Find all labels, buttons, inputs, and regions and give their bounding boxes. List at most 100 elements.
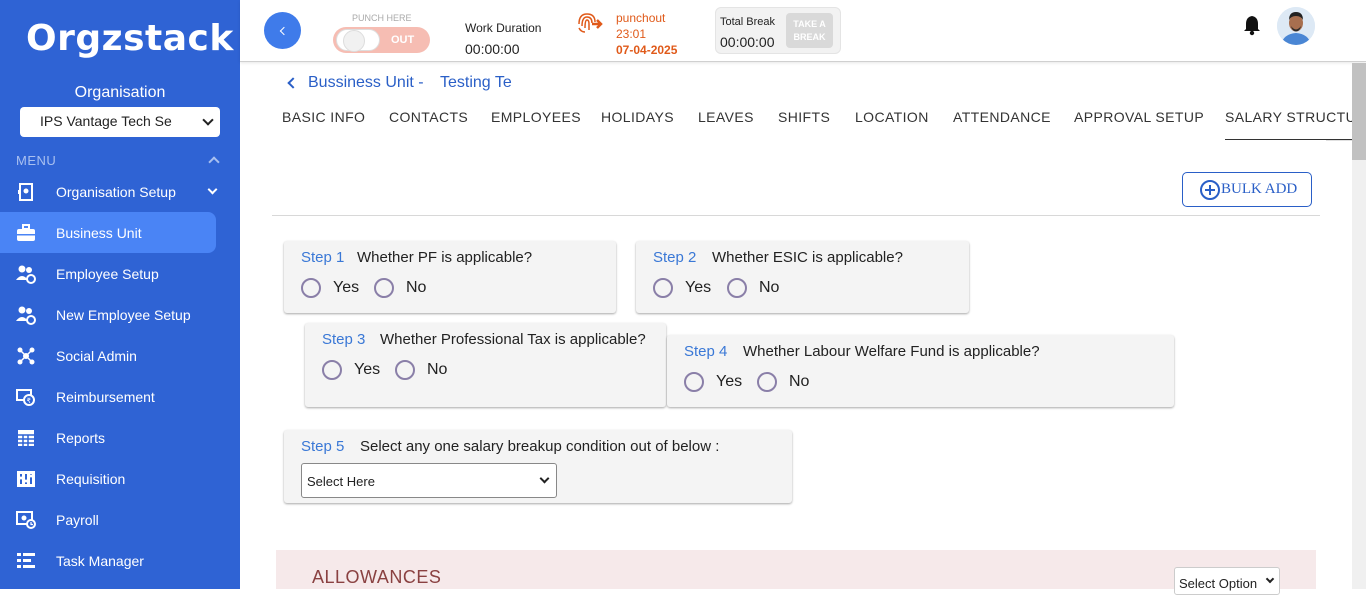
breadcrumb-unit-name: Testing Te: [440, 74, 512, 91]
allowances-section: ALLOWANCES Select Option: [276, 550, 1316, 595]
break-panel: Total Break 00:00:00 TAKE A BREAK: [715, 7, 841, 54]
radio-label: No: [789, 373, 810, 390]
page-scrollbar[interactable]: [1352, 63, 1366, 589]
tab-attendance[interactable]: ATTENDANCE: [953, 109, 1051, 140]
sidebar: Orgzstack Organisation IPS Vantage Tech …: [0, 0, 240, 589]
social-icon: [16, 346, 36, 366]
salary-breakup-select[interactable]: Select Here: [301, 463, 557, 498]
sidebar-item-requisition[interactable]: Requisition: [0, 458, 240, 499]
sidebar-item-organisation-setup[interactable]: Organisation Setup: [0, 171, 240, 212]
radio-label: No: [406, 279, 427, 296]
tab-leaves[interactable]: LEAVES: [698, 109, 754, 140]
punch-here-label: PUNCH HERE: [352, 13, 412, 23]
tab-location[interactable]: LOCATION: [855, 109, 929, 140]
work-duration-value: 00:00:00: [465, 41, 520, 57]
radio-label: Yes: [333, 279, 360, 296]
take-break-line1: TAKE A: [793, 19, 826, 29]
sidebar-item-label: Employee Setup: [56, 265, 159, 282]
sidebar-item-payroll[interactable]: Payroll: [0, 499, 240, 540]
sidebar-item-label: Requisition: [56, 470, 126, 487]
step-number: Step 1: [301, 249, 345, 266]
organisation-select-value: IPS Vantage Tech Se: [40, 113, 172, 129]
user-avatar[interactable]: [1277, 7, 1315, 45]
lwf-yes-radio[interactable]: Yes: [684, 372, 742, 392]
sidebar-item-business-unit[interactable]: Business Unit: [0, 212, 216, 253]
sidebar-item-employee-setup[interactable]: Employee Setup: [0, 253, 240, 294]
tab-holidays[interactable]: HOLIDAYS: [601, 109, 674, 140]
sidebar-item-label: Task Manager: [56, 552, 144, 569]
punch-toggle[interactable]: OUT: [333, 27, 430, 53]
chevron-up-icon[interactable]: [208, 156, 220, 168]
sidebar-item-label: Business Unit: [56, 224, 142, 241]
divider: [272, 215, 1320, 216]
brand-logo[interactable]: Orgzstack: [26, 18, 234, 59]
radio-circle-icon: [395, 360, 415, 380]
allowances-select[interactable]: Select Option: [1174, 567, 1280, 595]
radio-label: No: [759, 279, 780, 296]
payroll-icon: [16, 510, 36, 530]
radio-label: Yes: [716, 373, 743, 390]
punchout-label: punchout: [616, 11, 666, 25]
org-setup-icon: [16, 182, 36, 202]
step-4-card: Step 4 Whether Labour Welfare Fund is ap…: [667, 335, 1174, 407]
radio-circle-icon: [374, 278, 394, 298]
step-question: Whether PF is applicable?: [357, 249, 533, 266]
sidebar-item-reports[interactable]: Reports: [0, 417, 240, 458]
punch-toggle-knob: [336, 29, 380, 52]
esic-no-radio[interactable]: No: [727, 278, 779, 298]
svg-text:₹: ₹: [27, 397, 32, 405]
pt-yes-radio[interactable]: Yes: [322, 360, 380, 380]
tab-basic-info[interactable]: BASIC INFO: [282, 109, 365, 140]
sidebar-item-new-employee-setup[interactable]: New Employee Setup: [0, 294, 240, 335]
pf-yes-radio[interactable]: Yes: [301, 278, 359, 298]
chevron-left-icon[interactable]: [287, 77, 299, 89]
tab-contacts[interactable]: CONTACTS: [389, 109, 468, 140]
radio-label: No: [427, 361, 448, 378]
sidebar-item-label: Reports: [56, 429, 106, 446]
radio-circle-icon: [727, 278, 747, 298]
tab-shifts[interactable]: SHIFTS: [778, 109, 830, 140]
tab-salary-structure[interactable]: SALARY STRUCTURE: [1225, 109, 1352, 140]
reimbursement-icon: ₹: [16, 387, 36, 407]
step-question: Select any one salary breakup condition …: [360, 438, 720, 455]
chevron-left-icon: [279, 26, 289, 35]
lwf-no-radio[interactable]: No: [757, 372, 809, 392]
chevron-down-icon: [1265, 574, 1275, 584]
punchout-status: punchout 23:01 07-04-2025: [616, 10, 677, 58]
step-question: Whether Professional Tax is applicable?: [380, 331, 646, 348]
step-number: Step 2: [653, 249, 697, 266]
take-break-button[interactable]: TAKE A BREAK: [786, 13, 833, 48]
organisation-select[interactable]: IPS Vantage Tech Se: [20, 107, 220, 137]
sidebar-item-task-manager[interactable]: Task Manager: [0, 540, 240, 581]
pf-no-radio[interactable]: No: [374, 278, 426, 298]
scrollbar-thumb[interactable]: [1352, 63, 1366, 160]
task-list-icon: [16, 551, 36, 571]
bulk-add-button[interactable]: BULK ADD: [1182, 172, 1312, 207]
step-2-card: Step 2 Whether ESIC is applicable? Yes N…: [636, 241, 969, 313]
sidebar-item-social-admin[interactable]: Social Admin: [0, 335, 240, 376]
sidebar-item-label: Social Admin: [56, 347, 137, 364]
step-number: Step 3: [322, 331, 366, 348]
organisation-label: Organisation: [74, 84, 166, 101]
main-content: Bussiness Unit - Testing Te BASIC INFO C…: [240, 63, 1352, 595]
salary-structure-panel: BULK ADD Step 1 Whether PF is applicable…: [264, 140, 1326, 589]
punchout-time: 23:01: [616, 27, 647, 41]
radio-circle-icon: [301, 278, 321, 298]
chevron-down-icon: [207, 184, 218, 195]
back-button[interactable]: [264, 12, 301, 49]
tab-employees[interactable]: EMPLOYEES: [491, 109, 581, 140]
bell-icon[interactable]: [1242, 14, 1262, 36]
esic-yes-radio[interactable]: Yes: [653, 278, 711, 298]
total-break-label: Total Break: [720, 16, 776, 28]
requisition-icon: [16, 469, 36, 489]
breadcrumb-business-unit[interactable]: Bussiness Unit -: [308, 74, 424, 92]
radio-circle-icon: [757, 372, 777, 392]
work-duration-label: Work Duration: [465, 21, 542, 35]
chevron-down-icon: [202, 114, 214, 126]
sidebar-item-reimbursement[interactable]: ₹ Reimbursement: [0, 376, 240, 417]
sidebar-item-label: Reimbursement: [56, 388, 155, 405]
menu-label: MENU: [16, 153, 57, 168]
pt-no-radio[interactable]: No: [395, 360, 447, 380]
tab-approval-setup[interactable]: APPROVAL SETUP: [1074, 109, 1204, 140]
punch-toggle-label: OUT: [391, 34, 415, 46]
